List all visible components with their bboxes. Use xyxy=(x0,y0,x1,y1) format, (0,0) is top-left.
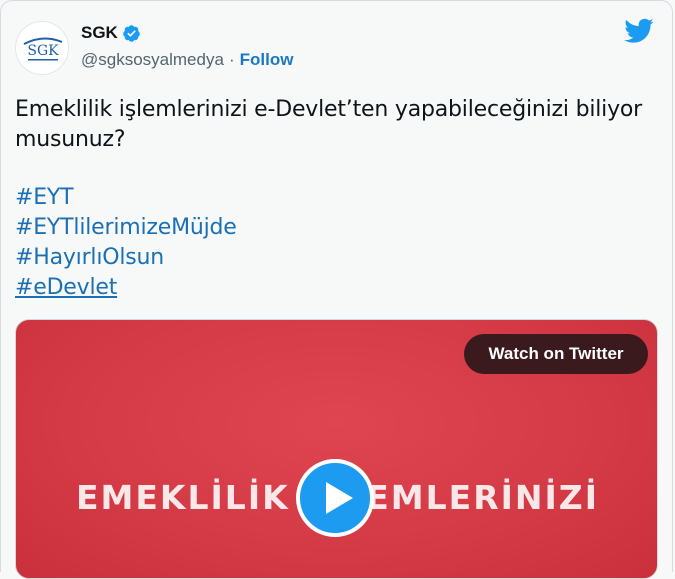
hashtag-list: #EYT #EYTlilerimizeMüjde #HayırlıOlsun #… xyxy=(15,183,237,303)
hashtag-link[interactable]: #HayırlıOlsun xyxy=(15,243,237,273)
twitter-bird-icon[interactable] xyxy=(624,18,654,44)
tweet-text: Emeklilik işlemlerinizi e-Devlet’ten yap… xyxy=(15,97,643,152)
hashtag-link[interactable]: #EYT xyxy=(15,183,237,213)
follow-button[interactable]: Follow xyxy=(240,50,294,70)
hashtag-link[interactable]: #EYTlilerimizeMüjde xyxy=(15,213,237,243)
sgk-logo-icon: SGK xyxy=(16,22,68,74)
watch-on-twitter-button[interactable]: Watch on Twitter xyxy=(464,334,648,374)
video-media[interactable]: Watch on Twitter EMEKLİLİK İŞLEMLERİNİZİ xyxy=(15,319,658,579)
play-icon xyxy=(326,482,353,514)
display-name[interactable]: SGK xyxy=(81,23,118,43)
author-name-row: SGK xyxy=(81,23,141,43)
play-button[interactable] xyxy=(296,459,374,537)
handle-row: @sgksosyalmedya · Follow xyxy=(81,50,293,70)
hashtag-link[interactable]: #eDevlet xyxy=(15,273,237,303)
verified-badge-icon xyxy=(123,24,140,42)
svg-text:SGK: SGK xyxy=(27,43,59,59)
handle[interactable]: @sgksosyalmedya xyxy=(81,50,224,70)
avatar[interactable]: SGK xyxy=(15,21,69,75)
separator-dot: · xyxy=(228,50,235,69)
embedded-tweet-card: SGK SGK @sgksosyalmedya · Follow Emeklil… xyxy=(0,0,673,579)
